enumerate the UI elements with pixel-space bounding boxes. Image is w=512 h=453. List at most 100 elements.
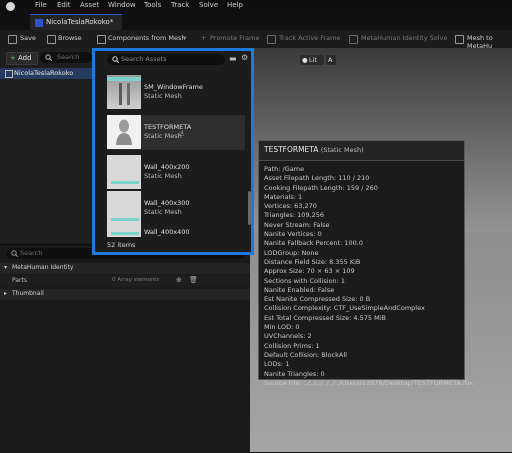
lit-view-mode-button[interactable]: ● Lit — [300, 55, 324, 65]
metahuman-identity-solve-button[interactable]: MetaHuman Identity Solve — [361, 34, 447, 42]
asset-list-scrollbar[interactable] — [248, 191, 251, 225]
menu-asset[interactable]: Asset — [80, 1, 99, 9]
tooltip-line: Est Nanite Compressed Size: 0 B — [264, 295, 371, 304]
details-panel: Search ▾ MetaHuman Identity Parts 0 Arra… — [0, 244, 250, 453]
asset-type: Static Mesh — [144, 208, 182, 216]
asset-item-testformeta[interactable]: ★ TESTFORMETA Static Mesh ☝ — [107, 115, 245, 150]
tooltip-line: Never Stream: False — [264, 220, 330, 229]
tree-item-nicolateslarokoko[interactable]: NicolaTeslaRokoko — [0, 68, 92, 79]
folder-icon — [47, 35, 56, 44]
menu-tools[interactable]: Tools — [144, 1, 161, 9]
add-button[interactable]: + Add — [6, 52, 38, 65]
menu-edit[interactable]: Edit — [57, 1, 71, 9]
tooltip-asset-name: TESTFORMETA — [264, 145, 319, 154]
menu-file[interactable]: File — [35, 1, 47, 9]
tooltip-line: LODs: 1 — [264, 360, 290, 369]
asset-tooltip: TESTFORMETA (Static Mesh) Path: /Game As… — [258, 140, 473, 387]
tooltip-line: Approx Size: 70 × 63 × 109 — [264, 267, 355, 276]
tab-nicolateslarokoko[interactable]: NicolaTeslaRokoko* — [30, 14, 122, 31]
components-icon — [97, 35, 106, 44]
asset-name: Wall_400x300 — [144, 199, 190, 207]
menu-window[interactable]: Window — [108, 1, 136, 9]
item-count: 52 items — [107, 241, 136, 249]
mesh-to-metahuman-icon — [455, 35, 464, 44]
asset-name: Wall_400x400 — [144, 228, 190, 236]
menu-solve[interactable]: Solve — [199, 1, 218, 9]
asset-item-wall-400x300[interactable]: Wall_400x300 Static Mesh — [107, 191, 245, 226]
cube-icon — [5, 70, 13, 78]
tooltip-line: Source File: ../../../../../../Users/120… — [264, 378, 474, 387]
tree-item-label: NicolaTeslaRokoko — [14, 69, 74, 77]
tab-label: NicolaTeslaRokoko* — [46, 18, 114, 26]
folder-icon[interactable]: ▬ — [229, 54, 237, 63]
unreal-logo-icon[interactable] — [6, 2, 15, 11]
asset-search-placeholder: Search Assets — [121, 55, 167, 63]
add-element-icon[interactable]: ⊕ — [176, 276, 182, 284]
components-from-mesh-button[interactable]: Components from Mesh — [108, 34, 186, 42]
star-icon: ★ — [109, 140, 115, 147]
teal-edge — [107, 77, 141, 81]
toolbar: Save Browse Components from Mesh ▾ + Pro… — [0, 30, 512, 50]
category-metahuman-identity[interactable]: ▾ MetaHuman Identity — [0, 263, 250, 274]
save-icon — [8, 35, 17, 44]
trash-icon[interactable]: 🗑 — [189, 276, 198, 284]
tooltip-line: Path: /Game — [264, 165, 305, 173]
browse-button[interactable]: Browse — [58, 34, 82, 42]
viewpoint-button[interactable]: A — [326, 55, 336, 65]
tooltip-asset-type: (Static Mesh) — [320, 146, 364, 154]
details-search-placeholder: Search — [20, 249, 43, 257]
tooltip-line: Materials: 1 — [264, 192, 303, 201]
asset-type: Static Mesh — [144, 92, 182, 100]
asset-thumbnail — [107, 191, 141, 225]
asset-thumbnail — [107, 155, 141, 189]
tooltip-line: Default Collision: BlockAll — [264, 350, 347, 359]
asset-type: Static Mesh — [144, 172, 182, 180]
asset-type: Static Mesh — [144, 132, 182, 140]
asset-item-wall-400x200[interactable]: Wall_400x200 Static Mesh — [107, 155, 245, 190]
parts-value: 0 Array elements — [112, 277, 160, 283]
tooltip-line: Vertices: 63,270 — [264, 202, 317, 211]
lit-icon: ● — [302, 56, 308, 64]
viewpoint-label: A — [328, 56, 333, 64]
search-icon — [11, 250, 18, 257]
menu-help[interactable]: Help — [227, 1, 243, 9]
search-icon — [45, 54, 52, 61]
tooltip-line: LODGroup: None — [264, 248, 319, 257]
components-search-input[interactable]: Search — [40, 52, 92, 63]
settings-icon[interactable]: ⚙ — [241, 53, 248, 62]
asset-search-input[interactable]: Search Assets — [107, 54, 225, 65]
track-icon — [267, 35, 276, 44]
tooltip-line: Distance Field Size: 8.355 KiB — [264, 257, 361, 266]
window-frame-shape — [127, 83, 130, 105]
menu-track[interactable]: Track — [171, 1, 189, 9]
asset-item-wall-400x400[interactable]: Wall_400x400 — [107, 223, 245, 237]
search-icon — [112, 56, 119, 63]
teal-edge — [111, 232, 139, 235]
category-thumbnail[interactable]: ▸ Thumbnail — [0, 289, 250, 300]
components-panel: + Add Search NicolaTeslaRokoko — [0, 48, 93, 244]
add-button-label: Add — [18, 54, 32, 62]
tooltip-line: Nanite Triangles: 0 — [264, 369, 325, 378]
tooltip-line: Collision Prims: 1 — [264, 341, 320, 350]
category-label: MetaHuman Identity — [12, 264, 74, 271]
tooltip-line: Sections with Collision: 1 — [264, 276, 346, 285]
track-active-frame-button[interactable]: Track Active Frame — [279, 34, 341, 42]
hand-cursor-icon: ☝ — [179, 129, 184, 138]
tooltip-body: Path: /Game Asset Filepath Length: 110 /… — [264, 165, 474, 388]
tooltip-line: Nanite Vertices: 0 — [264, 230, 322, 239]
tooltip-line: Collision Complexity: CTF_UseSimpleAndCo… — [264, 304, 425, 313]
parts-label: Parts — [12, 277, 27, 284]
teal-edge — [111, 181, 139, 184]
tooltip-line: Triangles: 109,256 — [264, 211, 325, 220]
promote-frame-button[interactable]: Promote Frame — [210, 34, 260, 42]
parts-property-row: Parts 0 Array elements ⊕ 🗑 — [0, 276, 250, 287]
category-label: Thumbnail — [12, 290, 44, 297]
asset-name: Wall_400x200 — [144, 163, 190, 171]
chevron-down-icon[interactable]: ▾ — [183, 34, 186, 42]
tooltip-line: Nanite Fallback Percent: 100.0 — [264, 239, 363, 248]
asset-picker-popup: Search Assets ▬ ⚙ SM_WindowFrame Static … — [92, 48, 254, 255]
asset-thumbnail — [107, 223, 141, 237]
asset-item-sm-windowframe[interactable]: SM_WindowFrame Static Mesh — [107, 75, 245, 110]
save-button[interactable]: Save — [20, 34, 36, 42]
add-icon: + — [201, 34, 207, 42]
